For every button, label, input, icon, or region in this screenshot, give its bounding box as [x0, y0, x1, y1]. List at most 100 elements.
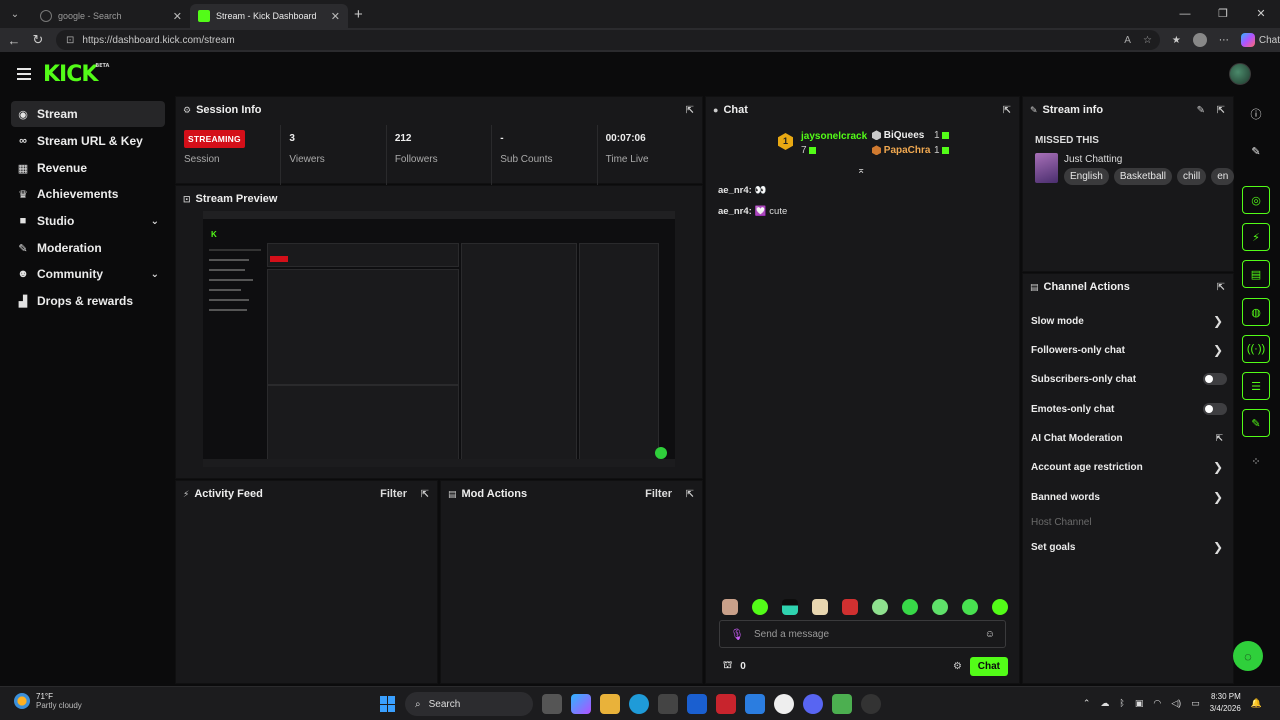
layers-icon[interactable]: ☰ [1242, 372, 1270, 400]
app-tray-icon[interactable]: ▣ [1135, 698, 1144, 709]
action-slow-mode[interactable]: Slow mode ❯ [1031, 311, 1227, 331]
popout-icon[interactable]: ⇱ [686, 105, 694, 116]
emotes-only-toggle[interactable] [1203, 403, 1227, 415]
edit-pencil-icon[interactable]: ✎ [1242, 137, 1270, 165]
emote-icon[interactable] [752, 599, 768, 615]
tab-kick-dashboard[interactable]: Stream - Kick Dashboard ✕ [190, 4, 348, 28]
microphone-icon[interactable]: 🎙 [730, 628, 744, 641]
messenger-icon[interactable] [774, 694, 794, 714]
address-bar[interactable]: ⊡ https://dashboard.kick.com/stream A ☆ [56, 30, 1160, 50]
emote-icon[interactable] [932, 599, 948, 615]
back-icon[interactable]: ← [2, 33, 26, 48]
emote-icon[interactable] [992, 599, 1008, 615]
maximize-icon[interactable]: ❐ [1204, 0, 1242, 28]
windows-start-icon[interactable] [380, 696, 396, 712]
more-menu-icon[interactable]: ⋯ [1219, 35, 1229, 46]
chat-settings-icon[interactable]: ⚙ [953, 661, 962, 672]
emote-icon[interactable] [812, 599, 828, 615]
action-set-goals[interactable]: Set goals ❯ [1031, 537, 1227, 557]
popout-icon[interactable]: ⇱ [1217, 282, 1225, 293]
chat-send-button[interactable]: Chat [969, 656, 1008, 676]
document-icon[interactable]: ▤ [1242, 260, 1270, 288]
profile-avatar[interactable] [1192, 33, 1207, 47]
chat-message-input[interactable]: 🎙 Send a message ☺ [719, 620, 1006, 648]
weather-widget[interactable]: 71°F Partly cloudy [14, 692, 82, 710]
filter-button[interactable]: Filter [380, 488, 407, 500]
sidebar-item-stream[interactable]: ◉ Stream [11, 101, 165, 127]
leaderboard-second[interactable]: BiQuees [872, 130, 924, 141]
tab-google-search[interactable]: google - Search ✕ [32, 4, 190, 28]
chat-bubble-icon[interactable]: ◍ [1242, 298, 1270, 326]
new-tab-icon[interactable]: + [354, 6, 363, 23]
emote-icon[interactable] [902, 599, 918, 615]
sidebar-item-drops-rewards[interactable]: ▟ Drops & rewards [11, 288, 165, 314]
sidebar-item-community[interactable]: ☻ Community ⌄ [11, 261, 165, 287]
filter-button[interactable]: Filter [645, 488, 672, 500]
action-ai-chat-moderation[interactable]: AI Chat Moderation ⇱ [1031, 428, 1227, 448]
favorites-icon[interactable]: ★ [1172, 35, 1181, 46]
file-explorer-icon[interactable] [600, 694, 620, 714]
emote-icon[interactable] [722, 599, 738, 615]
popout-icon[interactable]: ⇱ [1217, 105, 1225, 116]
taskbar-search[interactable]: ⌕ Search [405, 692, 533, 716]
subscribers-only-toggle[interactable] [1203, 373, 1227, 385]
kick-logo[interactable]: KICK BETA [43, 62, 109, 87]
sidebar-item-stream-url-key[interactable]: ∞ Stream URL & Key [11, 128, 165, 154]
chevron-up-icon[interactable]: ⌃ [1083, 698, 1091, 709]
battery-icon[interactable]: ▭ [1191, 698, 1200, 709]
action-followers-only-chat[interactable]: Followers-only chat ❯ [1031, 340, 1227, 360]
emote-icon[interactable] [842, 599, 858, 615]
support-chat-button[interactable]: ◌ [1233, 641, 1263, 671]
notifications-icon[interactable]: 🔔 [1251, 698, 1262, 709]
edge-browser-icon[interactable] [629, 694, 649, 714]
mcafee-icon[interactable] [716, 694, 736, 714]
popout-icon[interactable]: ⇱ [686, 489, 694, 500]
target-icon[interactable]: ◎ [1242, 186, 1270, 214]
hamburger-menu-icon[interactable] [17, 65, 31, 83]
emote-icon[interactable] [782, 599, 798, 615]
leaderboard-first[interactable]: 1 [778, 133, 793, 150]
minimize-icon[interactable]: — [1166, 0, 1204, 28]
refresh-icon[interactable]: ↻ [26, 32, 50, 48]
minecraft-icon[interactable] [832, 694, 852, 714]
edit-pencil-icon[interactable]: ✎ [1197, 105, 1205, 116]
user-avatar[interactable] [1229, 63, 1251, 85]
mail-icon[interactable] [745, 694, 765, 714]
wifi-icon[interactable]: ◠ [1153, 698, 1161, 709]
sidebar-item-revenue[interactable]: ▦ Revenue [11, 155, 165, 181]
clock[interactable]: 8:30 PM 3/4/2026 [1210, 691, 1241, 715]
emote-icon[interactable] [872, 599, 888, 615]
leaderboard-third[interactable]: PapaChra [872, 145, 930, 156]
info-icon[interactable]: ⓘ [1242, 100, 1270, 128]
popout-icon[interactable]: ⇱ [421, 489, 429, 500]
emoji-icon[interactable]: ☺ [985, 629, 995, 640]
popout-icon[interactable]: ⇱ [1003, 105, 1011, 116]
action-banned-words[interactable]: Banned words ❯ [1031, 487, 1227, 507]
close-tab-icon[interactable]: ✕ [331, 10, 340, 23]
expand-leaderboard-icon[interactable]: ⌅ [857, 165, 865, 176]
broadcast-icon[interactable]: ((·)) [1242, 335, 1270, 363]
tab-list-icon[interactable]: ⌄ [4, 5, 26, 23]
task-view-icon[interactable] [542, 694, 562, 714]
sidebar-item-moderation[interactable]: ✎ Moderation [11, 235, 165, 261]
sidebar-item-achievements[interactable]: ♛ Achievements [11, 181, 165, 207]
app-icon[interactable] [687, 694, 707, 714]
chat-username[interactable]: ae_nr4: [718, 206, 752, 217]
wrench-icon[interactable]: ✎ [1242, 409, 1270, 437]
volume-icon[interactable]: ◁) [1171, 698, 1181, 709]
discord-icon[interactable] [803, 694, 823, 714]
obs-icon[interactable] [861, 694, 881, 714]
cloud-icon[interactable]: ☁ [1100, 698, 1109, 709]
chat-username[interactable]: ae_nr4: [718, 185, 752, 196]
stream-preview-video[interactable]: K [203, 211, 675, 467]
close-window-icon[interactable]: ✕ [1242, 0, 1280, 28]
read-aloud-icon[interactable]: A [1124, 35, 1131, 46]
emote-icon[interactable] [962, 599, 978, 615]
bluetooth-icon[interactable]: ᛒ [1119, 698, 1124, 708]
close-tab-icon[interactable]: ✕ [173, 10, 182, 23]
sidebar-item-studio[interactable]: ■ Studio ⌄ [11, 208, 165, 234]
leaderboard-first-name[interactable]: jaysonelcrack [801, 131, 867, 142]
favorite-star-icon[interactable]: ☆ [1143, 35, 1152, 46]
copilot-app-icon[interactable] [571, 694, 591, 714]
action-account-age-restriction[interactable]: Account age restriction ❯ [1031, 457, 1227, 477]
